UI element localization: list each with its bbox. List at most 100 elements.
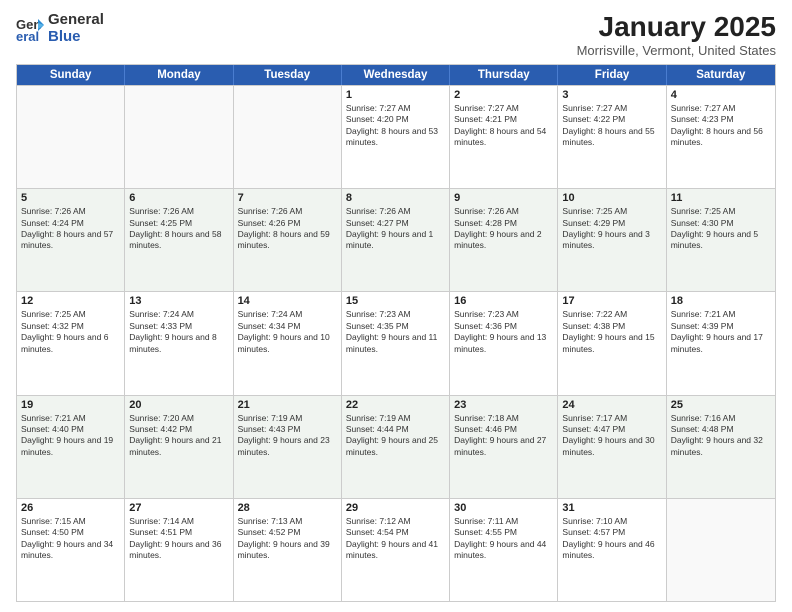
logo-general-text: General	[48, 12, 104, 29]
location: Morrisville, Vermont, United States	[577, 43, 776, 58]
day-number: 21	[238, 399, 337, 411]
calendar-day-6: 6Sunrise: 7:26 AM Sunset: 4:25 PM Daylig…	[125, 189, 233, 291]
cell-sun-info: Sunrise: 7:24 AM Sunset: 4:33 PM Dayligh…	[129, 309, 228, 355]
calendar-week-5: 26 Sunrise: 7:15 AM Sunset: 4:50 PM Dayli…	[17, 498, 775, 601]
calendar-day-24: 24 Sunrise: 7:17 AM Sunset: 4:47 PM Dayli…	[558, 396, 666, 498]
cell-sun-info: Sunrise: 7:17 AM Sunset: 4:47 PM Dayligh…	[562, 413, 661, 459]
calendar-week-2: 5 Sunrise: 7:26 AM Sunset: 4:24 PM Daylig…	[17, 188, 775, 291]
day-number: 3	[562, 89, 661, 101]
calendar-day-20: 20Sunrise: 7:20 AM Sunset: 4:42 PM Dayli…	[125, 396, 233, 498]
month-title: January 2025	[577, 12, 776, 43]
cell-sun-info: Sunrise: 7:26 AM Sunset: 4:24 PM Dayligh…	[21, 206, 120, 252]
header-day-wednesday: Wednesday	[342, 65, 450, 85]
header: Gen eral General Blue January 2025 Morri…	[16, 12, 776, 58]
calendar-day-12: 12Sunrise: 7:25 AM Sunset: 4:32 PM Dayli…	[17, 292, 125, 394]
logo-text: General Blue	[48, 12, 104, 45]
calendar-day-7: 7 Sunrise: 7:26 AM Sunset: 4:26 PM Daylig…	[234, 189, 342, 291]
day-number: 7	[238, 192, 337, 204]
day-number: 22	[346, 399, 445, 411]
calendar-empty-cell	[234, 86, 342, 188]
day-number: 18	[671, 295, 771, 307]
svg-text:eral: eral	[16, 29, 39, 43]
logo: Gen eral General Blue	[16, 12, 104, 45]
calendar-week-3: 12Sunrise: 7:25 AM Sunset: 4:32 PM Dayli…	[17, 291, 775, 394]
calendar-day-1: 1 Sunrise: 7:27 AM Sunset: 4:20 PM Daylig…	[342, 86, 450, 188]
cell-sun-info: Sunrise: 7:18 AM Sunset: 4:46 PM Dayligh…	[454, 413, 553, 459]
header-day-saturday: Saturday	[667, 65, 775, 85]
day-number: 8	[346, 192, 445, 204]
day-number: 15	[346, 295, 445, 307]
title-area: January 2025 Morrisville, Vermont, Unite…	[577, 12, 776, 58]
day-number: 4	[671, 89, 771, 101]
cell-sun-info: Sunrise: 7:19 AM Sunset: 4:43 PM Dayligh…	[238, 413, 337, 459]
cell-sun-info: Sunrise: 7:21 AM Sunset: 4:39 PM Dayligh…	[671, 309, 771, 355]
cell-sun-info: Sunrise: 7:19 AM Sunset: 4:44 PM Dayligh…	[346, 413, 445, 459]
page: Gen eral General Blue January 2025 Morri…	[0, 0, 792, 612]
calendar-day-15: 15 Sunrise: 7:23 AM Sunset: 4:35 PM Dayli…	[342, 292, 450, 394]
calendar-day-5: 5 Sunrise: 7:26 AM Sunset: 4:24 PM Daylig…	[17, 189, 125, 291]
day-number: 23	[454, 399, 553, 411]
calendar-day-28: 28Sunrise: 7:13 AM Sunset: 4:52 PM Dayli…	[234, 499, 342, 601]
cell-sun-info: Sunrise: 7:27 AM Sunset: 4:20 PM Dayligh…	[346, 103, 445, 149]
calendar-day-23: 23 Sunrise: 7:18 AM Sunset: 4:46 PM Dayli…	[450, 396, 558, 498]
calendar-day-14: 14 Sunrise: 7:24 AM Sunset: 4:34 PM Dayli…	[234, 292, 342, 394]
calendar-day-25: 25 Sunrise: 7:16 AM Sunset: 4:48 PM Dayli…	[667, 396, 775, 498]
cell-sun-info: Sunrise: 7:11 AM Sunset: 4:55 PM Dayligh…	[454, 516, 553, 562]
calendar-day-27: 27Sunrise: 7:14 AM Sunset: 4:51 PM Dayli…	[125, 499, 233, 601]
cell-sun-info: Sunrise: 7:16 AM Sunset: 4:48 PM Dayligh…	[671, 413, 771, 459]
calendar-day-4: 4Sunrise: 7:27 AM Sunset: 4:23 PM Daylig…	[667, 86, 775, 188]
header-day-monday: Monday	[125, 65, 233, 85]
calendar-day-29: 29Sunrise: 7:12 AM Sunset: 4:54 PM Dayli…	[342, 499, 450, 601]
day-number: 29	[346, 502, 445, 514]
calendar-body: 1 Sunrise: 7:27 AM Sunset: 4:20 PM Daylig…	[17, 85, 775, 601]
cell-sun-info: Sunrise: 7:21 AM Sunset: 4:40 PM Dayligh…	[21, 413, 120, 459]
calendar-day-11: 11 Sunrise: 7:25 AM Sunset: 4:30 PM Dayli…	[667, 189, 775, 291]
cell-sun-info: Sunrise: 7:26 AM Sunset: 4:28 PM Dayligh…	[454, 206, 553, 252]
cell-sun-info: Sunrise: 7:23 AM Sunset: 4:36 PM Dayligh…	[454, 309, 553, 355]
day-number: 24	[562, 399, 661, 411]
calendar-day-9: 9 Sunrise: 7:26 AM Sunset: 4:28 PM Daylig…	[450, 189, 558, 291]
calendar-day-31: 31Sunrise: 7:10 AM Sunset: 4:57 PM Dayli…	[558, 499, 666, 601]
day-number: 17	[562, 295, 661, 307]
day-number: 19	[21, 399, 120, 411]
day-number: 26	[21, 502, 120, 514]
calendar-day-16: 16 Sunrise: 7:23 AM Sunset: 4:36 PM Dayli…	[450, 292, 558, 394]
cell-sun-info: Sunrise: 7:15 AM Sunset: 4:50 PM Dayligh…	[21, 516, 120, 562]
calendar-day-10: 10Sunrise: 7:25 AM Sunset: 4:29 PM Dayli…	[558, 189, 666, 291]
calendar-day-22: 22 Sunrise: 7:19 AM Sunset: 4:44 PM Dayli…	[342, 396, 450, 498]
day-number: 20	[129, 399, 228, 411]
cell-sun-info: Sunrise: 7:27 AM Sunset: 4:22 PM Dayligh…	[562, 103, 661, 149]
calendar-empty-cell	[667, 499, 775, 601]
calendar-day-13: 13 Sunrise: 7:24 AM Sunset: 4:33 PM Dayli…	[125, 292, 233, 394]
cell-sun-info: Sunrise: 7:27 AM Sunset: 4:21 PM Dayligh…	[454, 103, 553, 149]
calendar: SundayMondayTuesdayWednesdayThursdayFrid…	[16, 64, 776, 602]
day-number: 11	[671, 192, 771, 204]
header-day-sunday: Sunday	[17, 65, 125, 85]
calendar-week-4: 19 Sunrise: 7:21 AM Sunset: 4:40 PM Dayli…	[17, 395, 775, 498]
calendar-day-21: 21 Sunrise: 7:19 AM Sunset: 4:43 PM Dayli…	[234, 396, 342, 498]
logo-icon: Gen eral	[16, 15, 44, 43]
day-number: 13	[129, 295, 228, 307]
header-day-tuesday: Tuesday	[234, 65, 342, 85]
day-number: 27	[129, 502, 228, 514]
header-day-friday: Friday	[558, 65, 666, 85]
day-number: 16	[454, 295, 553, 307]
day-number: 25	[671, 399, 771, 411]
day-number: 9	[454, 192, 553, 204]
day-number: 6	[129, 192, 228, 204]
calendar-empty-cell	[125, 86, 233, 188]
calendar-day-18: 18 Sunrise: 7:21 AM Sunset: 4:39 PM Dayli…	[667, 292, 775, 394]
day-number: 5	[21, 192, 120, 204]
day-number: 2	[454, 89, 553, 101]
cell-sun-info: Sunrise: 7:23 AM Sunset: 4:35 PM Dayligh…	[346, 309, 445, 355]
logo-blue-text: Blue	[48, 29, 104, 46]
calendar-day-26: 26 Sunrise: 7:15 AM Sunset: 4:50 PM Dayli…	[17, 499, 125, 601]
day-number: 14	[238, 295, 337, 307]
calendar-empty-cell	[17, 86, 125, 188]
cell-sun-info: Sunrise: 7:25 AM Sunset: 4:30 PM Dayligh…	[671, 206, 771, 252]
day-number: 10	[562, 192, 661, 204]
header-day-thursday: Thursday	[450, 65, 558, 85]
day-number: 1	[346, 89, 445, 101]
cell-sun-info: Sunrise: 7:24 AM Sunset: 4:34 PM Dayligh…	[238, 309, 337, 355]
cell-sun-info: Sunrise: 7:26 AM Sunset: 4:26 PM Dayligh…	[238, 206, 337, 252]
